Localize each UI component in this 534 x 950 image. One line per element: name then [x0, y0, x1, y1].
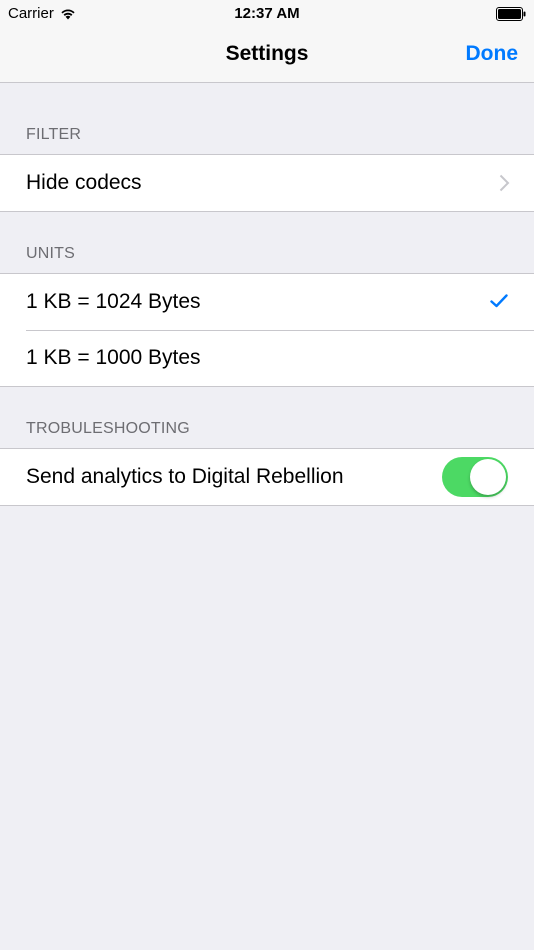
- navigation-bar: Settings Done: [0, 28, 534, 83]
- status-time: 12:37 AM: [234, 5, 300, 22]
- toggle-knob: [470, 459, 506, 495]
- section-header-troubleshooting: TROBULESHOOTING: [26, 420, 190, 437]
- analytics-toggle[interactable]: [442, 457, 508, 497]
- filter-group: Hide codecs: [0, 154, 534, 212]
- units-option-1000-label: 1 KB = 1000 Bytes: [26, 346, 201, 369]
- hide-codecs-row[interactable]: Hide codecs: [0, 155, 534, 211]
- analytics-label: Send analytics to Digital Rebellion: [26, 465, 344, 488]
- status-bar: Carrier 12:37 AM: [0, 0, 534, 28]
- units-option-1000[interactable]: 1 KB = 1000 Bytes: [0, 330, 534, 386]
- section-header-filter: FILTER: [26, 126, 82, 143]
- units-group: 1 KB = 1024 Bytes 1 KB = 1000 Bytes: [0, 273, 534, 387]
- done-button[interactable]: Done: [466, 42, 519, 66]
- chevron-right-icon: [499, 174, 510, 197]
- hide-codecs-label: Hide codecs: [26, 171, 142, 194]
- troubleshooting-group: Send analytics to Digital Rebellion: [0, 448, 534, 506]
- checkmark-icon: [490, 294, 508, 313]
- analytics-row: Send analytics to Digital Rebellion: [0, 449, 534, 505]
- units-option-1024[interactable]: 1 KB = 1024 Bytes: [0, 274, 534, 330]
- page-title: Settings: [225, 42, 309, 65]
- section-header-units: UNITS: [26, 245, 75, 262]
- units-option-1024-label: 1 KB = 1024 Bytes: [26, 290, 201, 313]
- battery-icon: [496, 7, 526, 21]
